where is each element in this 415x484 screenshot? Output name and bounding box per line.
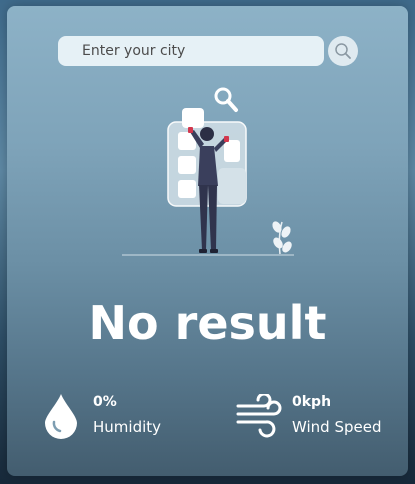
water-drop-icon xyxy=(45,394,77,439)
humidity-value: 0% xyxy=(93,394,117,410)
search-bar xyxy=(58,36,358,67)
city-search-input[interactable] xyxy=(58,36,324,66)
wind-stat: 0kph Wind Speed xyxy=(236,392,406,444)
plant-icon xyxy=(272,221,292,255)
no-result-message: No result xyxy=(88,296,327,350)
search-button[interactable] xyxy=(328,36,358,66)
wind-icon xyxy=(236,394,282,438)
wind-value: 0kph xyxy=(292,394,332,410)
magnifier-icon xyxy=(214,87,238,112)
search-icon xyxy=(335,43,351,59)
humidity-label: Humidity xyxy=(93,418,162,436)
wind-label: Wind Speed xyxy=(292,418,382,436)
humidity-stat: 0% Humidity xyxy=(42,392,172,444)
person-searching-illustration xyxy=(122,87,294,256)
